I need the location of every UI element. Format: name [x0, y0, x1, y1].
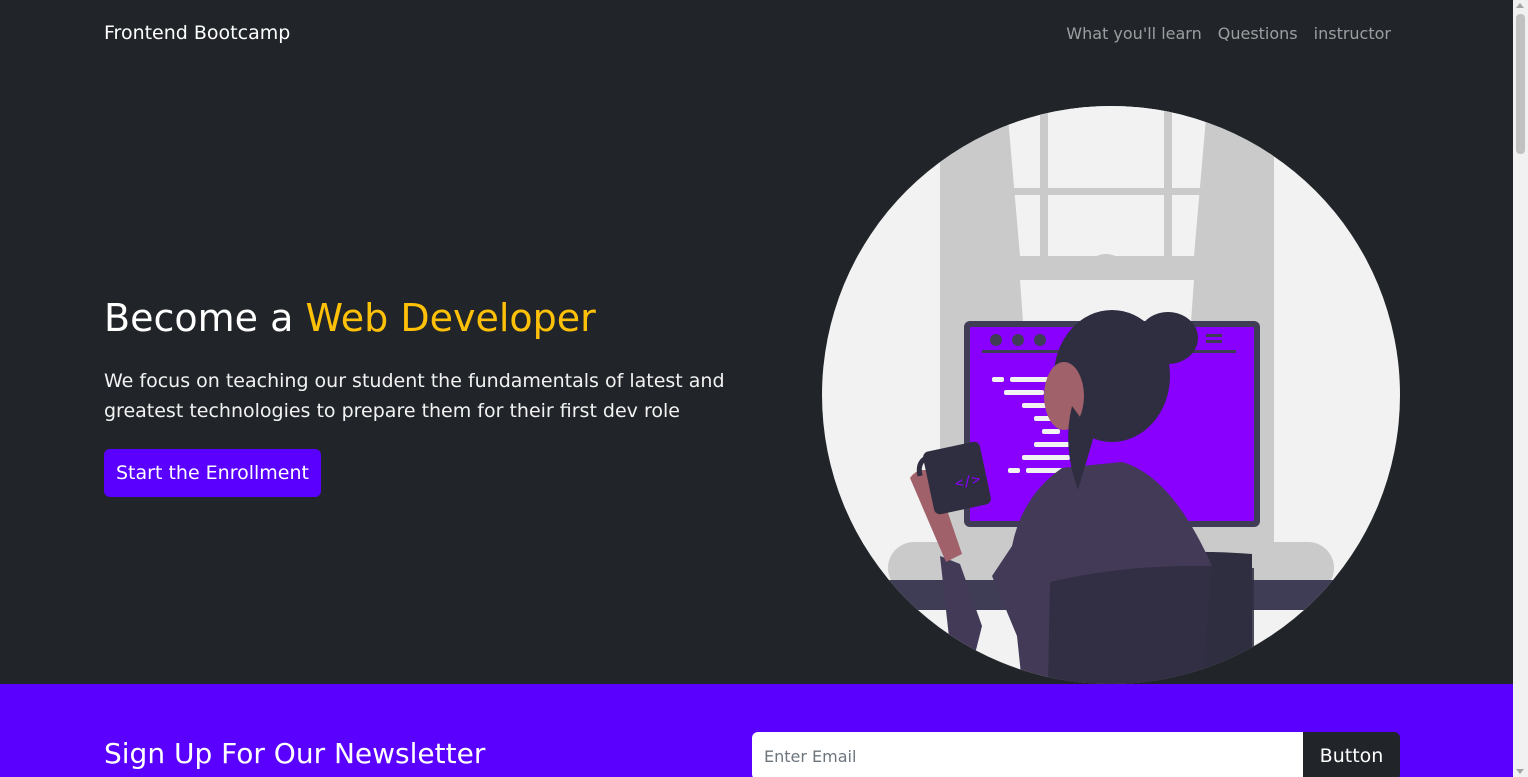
page: Frontend Bootcamp What you'll learn Ques… — [0, 0, 1513, 777]
scroll-up-arrow-icon[interactable] — [1516, 3, 1524, 8]
hero-title-prefix: Become a — [104, 296, 306, 340]
navbar: Frontend Bootcamp What you'll learn Ques… — [0, 0, 1513, 68]
hero-title-accent: Web Developer — [305, 296, 596, 340]
nav-links: What you'll learn Questions instructor — [1066, 24, 1391, 43]
newsletter-title: Sign Up For Our Newsletter — [104, 737, 486, 770]
brand-logo-link[interactable]: Frontend Bootcamp — [104, 22, 290, 44]
email-input[interactable] — [752, 732, 1304, 777]
developer-illustration-icon: </> — [822, 106, 1400, 684]
start-enrollment-button[interactable]: Start the Enrollment — [104, 449, 321, 497]
nav-link-instructor[interactable]: instructor — [1314, 24, 1391, 43]
hero-section: Become a Web Developer We focus on teach… — [104, 296, 784, 497]
hero-lead: We focus on teaching our student the fun… — [104, 370, 725, 422]
hero-title: Become a Web Developer — [104, 296, 784, 340]
page-scrollbar[interactable] — [1513, 0, 1528, 777]
nav-link-what-youll-learn[interactable]: What you'll learn — [1066, 24, 1201, 43]
scroll-down-arrow-icon[interactable] — [1516, 769, 1524, 774]
newsletter-submit-button[interactable]: Button — [1303, 732, 1400, 777]
scrollbar-thumb[interactable] — [1516, 14, 1525, 154]
newsletter-section: Sign Up For Our Newsletter Button — [0, 684, 1513, 777]
nav-link-questions[interactable]: Questions — [1218, 24, 1298, 43]
